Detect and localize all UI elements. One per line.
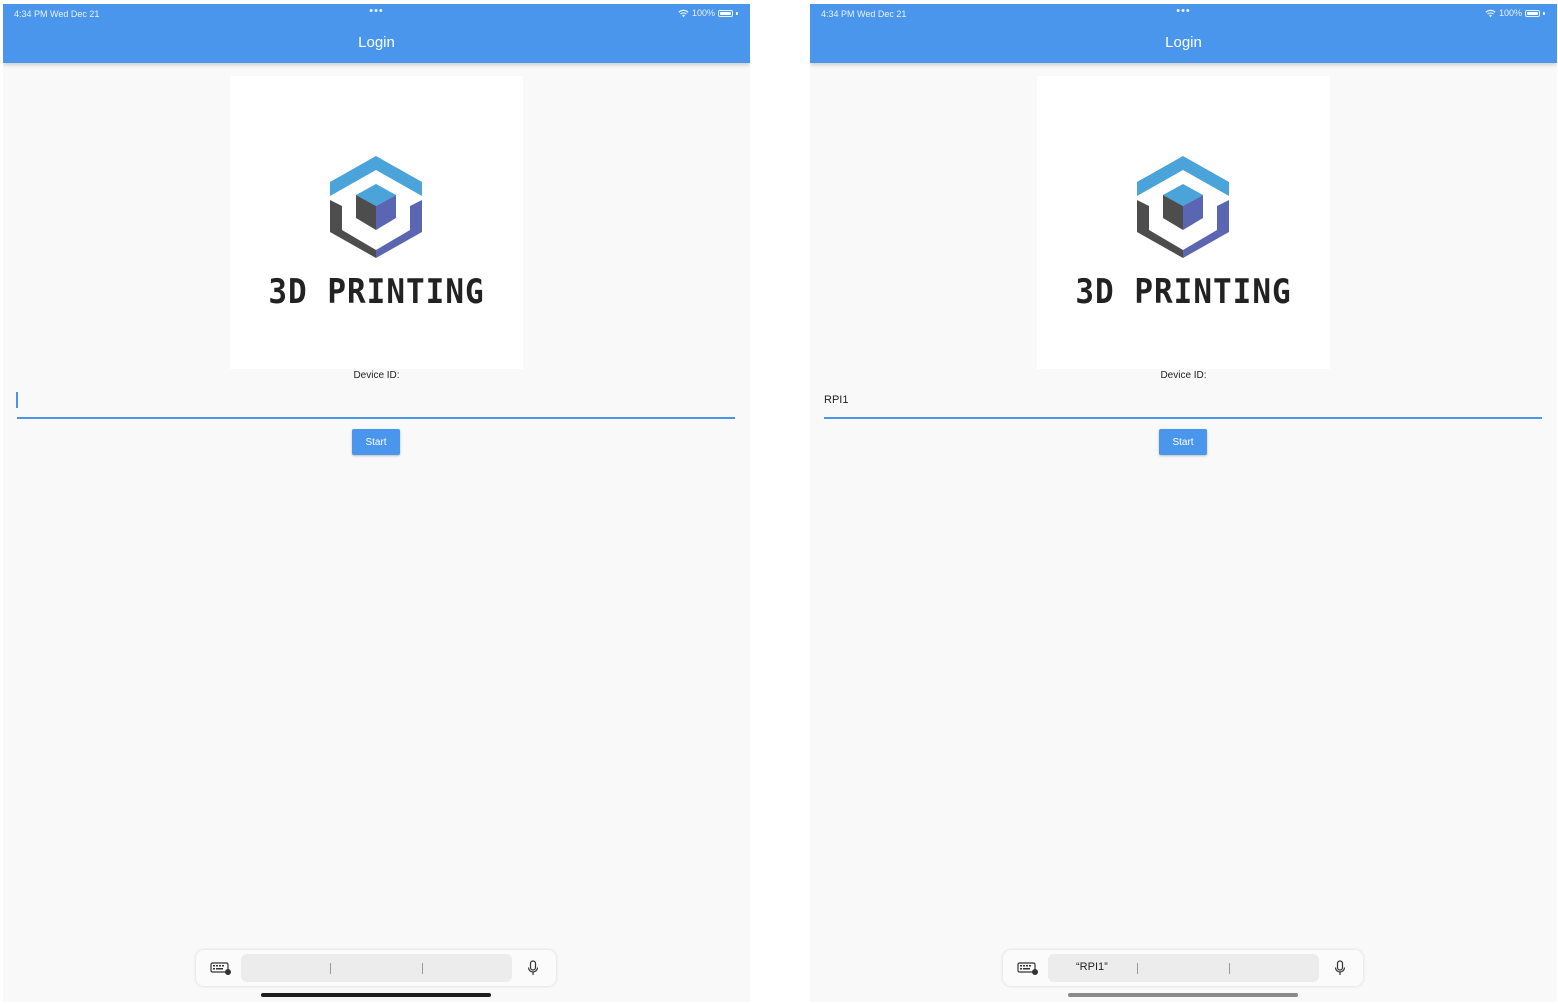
keyboard-suggestions (241, 954, 512, 982)
keyboard-icon[interactable] (1017, 961, 1039, 975)
keyboard-shortcut-bar (196, 950, 556, 986)
logo-card: 3D PRINTING (230, 76, 523, 369)
device-id-input[interactable] (16, 388, 735, 419)
battery-icon (1525, 9, 1540, 17)
start-button[interactable]: Start (1159, 429, 1207, 455)
logo-text: 3D PRINTING (1075, 272, 1292, 312)
multitask-dots[interactable]: ••• (369, 5, 384, 17)
device-screen-right: 4:34 PM Wed Dec 21 ••• 100% Login 3D PRI… (810, 4, 1557, 1002)
wifi-icon (678, 9, 689, 17)
logo-card: 3D PRINTING (1037, 76, 1330, 369)
cube-logo-icon (1137, 156, 1229, 258)
status-right: 100% (678, 8, 738, 18)
suggestion-divider (1137, 963, 1138, 974)
text-caret (16, 392, 18, 408)
battery-tip (736, 11, 738, 15)
status-time: 4:34 PM Wed Dec 21 (821, 9, 907, 19)
device-id-label: Device ID: (353, 370, 400, 381)
device-id-label: Device ID: (1160, 370, 1207, 381)
start-button[interactable]: Start (352, 429, 400, 455)
device-id-input[interactable]: RPI1 (824, 388, 1542, 419)
battery-tip (1543, 11, 1545, 15)
keyboard-icon[interactable] (210, 961, 232, 975)
suggestion-divider (422, 963, 423, 974)
page-title: Login (358, 34, 395, 51)
device-screen-left: 4:34 PM Wed Dec 21 ••• 100% Login 3D PRI… (3, 4, 750, 1002)
microphone-icon[interactable] (527, 960, 539, 976)
app-bar: 4:34 PM Wed Dec 21 ••• 100% Login (810, 4, 1557, 63)
status-right: 100% (1485, 8, 1545, 18)
page-title: Login (1165, 34, 1202, 51)
suggestion-1[interactable]: “RPI1” (1076, 961, 1108, 973)
status-time: 4:34 PM Wed Dec 21 (14, 9, 100, 19)
app-bar: 4:34 PM Wed Dec 21 ••• 100% Login (3, 4, 750, 63)
suggestion-divider (330, 963, 331, 974)
wifi-icon (1485, 9, 1496, 17)
home-indicator[interactable] (1068, 993, 1298, 997)
device-id-value[interactable]: RPI1 (824, 394, 848, 406)
suggestion-divider (1229, 963, 1230, 974)
microphone-icon[interactable] (1334, 960, 1346, 976)
cube-logo-icon (330, 156, 422, 258)
logo-text: 3D PRINTING (268, 272, 485, 312)
home-indicator[interactable] (261, 993, 491, 997)
keyboard-suggestions: “RPI1” (1048, 954, 1319, 982)
multitask-dots[interactable]: ••• (1176, 5, 1191, 17)
battery-percent: 100% (691, 8, 715, 18)
battery-icon (718, 9, 733, 17)
keyboard-shortcut-bar: “RPI1” (1003, 950, 1363, 986)
battery-percent: 100% (1498, 8, 1522, 18)
